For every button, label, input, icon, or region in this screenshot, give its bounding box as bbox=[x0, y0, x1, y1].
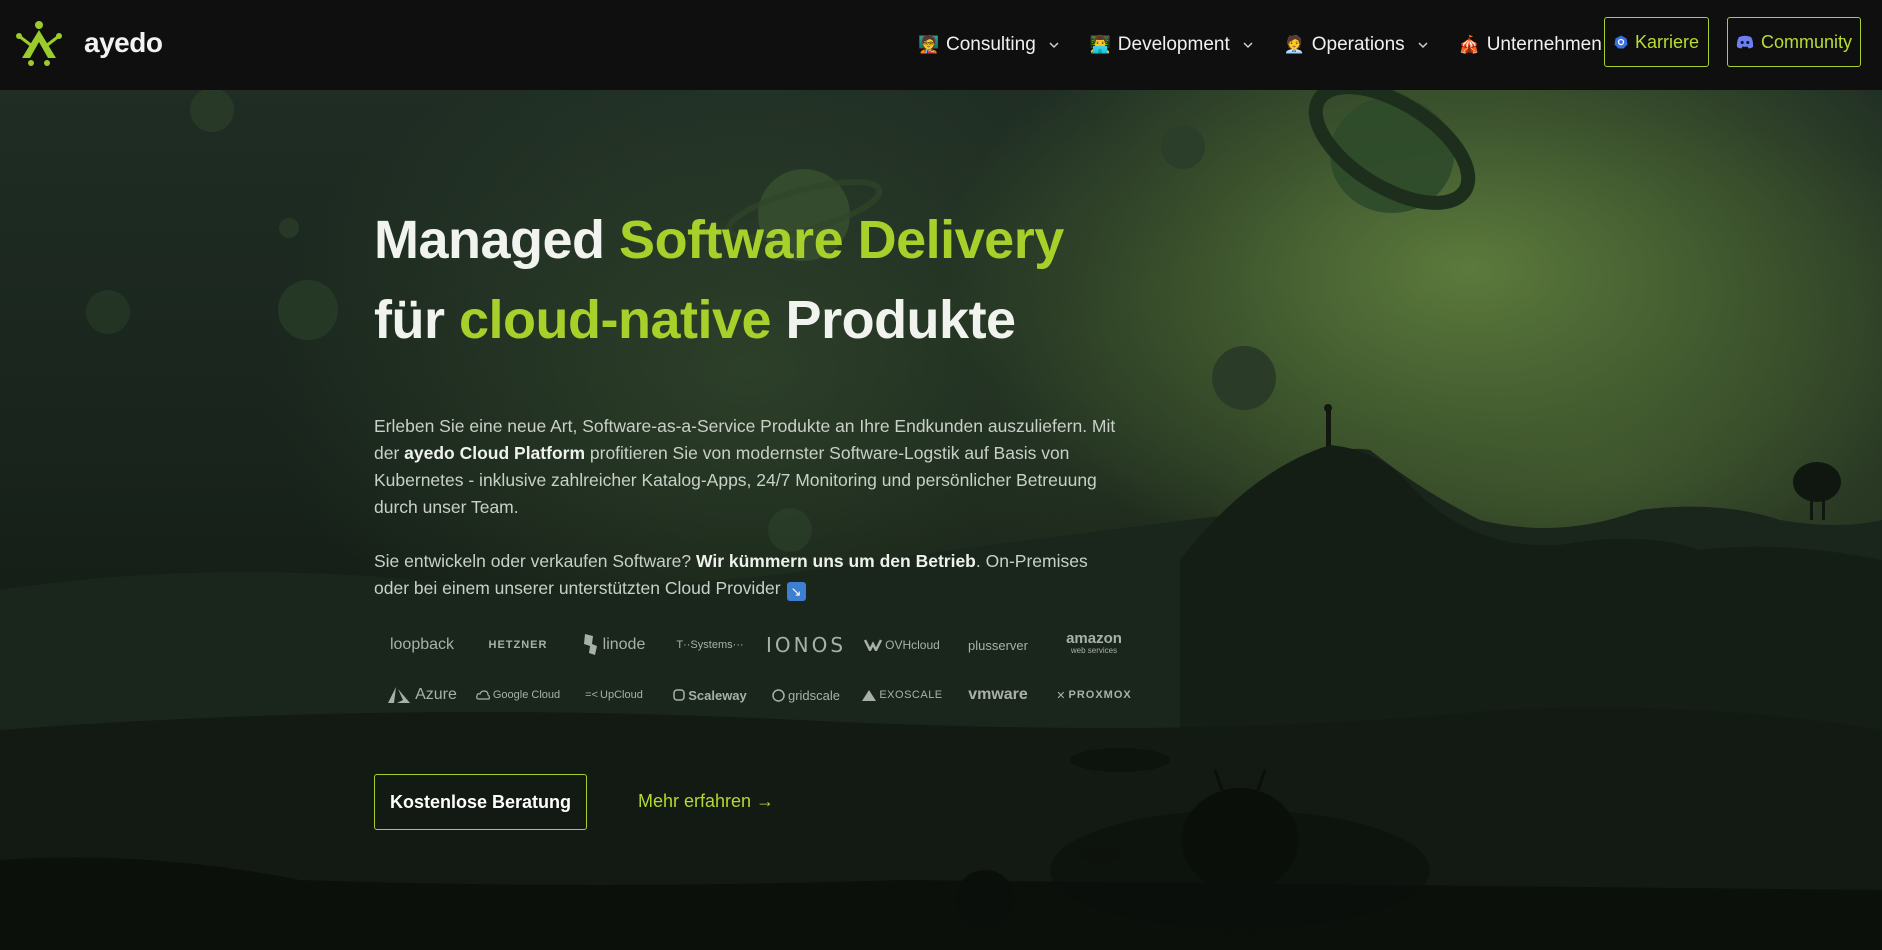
chevron-down-icon bbox=[1049, 42, 1059, 49]
scaleway-logo: Scaleway bbox=[662, 680, 758, 710]
nav-item-operations[interactable]: 🧑‍💼 Operations bbox=[1284, 34, 1429, 56]
site-header: ayedo 🧑‍🏫 Consulting 👨‍💻 Development 🧑‍💼… bbox=[0, 0, 1882, 90]
chevron-down-icon bbox=[1243, 42, 1253, 49]
vmware-logo: vmware bbox=[968, 686, 1028, 703]
azure-logo: Azure bbox=[374, 680, 470, 710]
google-cloud-logo: Google Cloud bbox=[470, 680, 566, 710]
headline-part: für bbox=[374, 290, 459, 350]
headline-highlight: Software Delivery bbox=[619, 210, 1064, 270]
text-strong: Wir kümmern uns um den Betrieb bbox=[695, 551, 976, 571]
hero-headline: Managed Software Delivery für cloud-nati… bbox=[374, 200, 1064, 360]
gridscale-label: gridscale bbox=[787, 687, 841, 703]
ovhcloud-logo: OVHcloud bbox=[854, 630, 950, 660]
nav-label: Unternehmen bbox=[1486, 34, 1602, 55]
nav-item-development[interactable]: 👨‍💻 Development bbox=[1090, 34, 1254, 56]
scaleway-icon bbox=[673, 689, 685, 701]
ovh-label: OVHcloud bbox=[885, 638, 940, 652]
community-button[interactable]: Community bbox=[1727, 17, 1861, 67]
proxmox-icon: ✕ bbox=[1056, 689, 1067, 702]
ayedo-logo-icon bbox=[16, 21, 62, 66]
text-strong: ayedo Cloud Platform bbox=[404, 443, 586, 463]
loopback-logo: loopback bbox=[389, 636, 455, 653]
community-label: Community bbox=[1760, 31, 1853, 52]
nav-label: Operations bbox=[1311, 34, 1405, 55]
provider-logos: loopback HETZNER linode T··Systems··· IO… bbox=[374, 630, 1131, 710]
proxmox-logo: ✕ PROXMOX bbox=[1046, 680, 1142, 710]
proxmox-label: PROXMOX bbox=[1068, 689, 1132, 701]
linode-label: linode bbox=[602, 636, 646, 653]
exoscale-label: EXOSCALE bbox=[879, 689, 943, 701]
hero-subtext: Sie entwickeln oder verkaufen Software? … bbox=[374, 548, 1119, 602]
amazon-sublabel: web services bbox=[1070, 646, 1118, 655]
linode-logo: linode bbox=[566, 630, 662, 660]
hero-description: Erleben Sie eine neue Art, Software-as-a… bbox=[374, 413, 1119, 521]
karriere-button[interactable]: Karriere bbox=[1604, 17, 1709, 67]
scaleway-label: Scaleway bbox=[688, 687, 747, 703]
linode-icon bbox=[583, 634, 597, 655]
kostenlose-beratung-button[interactable]: Kostenlose Beratung bbox=[374, 774, 587, 830]
headline-part: Managed bbox=[374, 210, 620, 270]
gridscale-icon bbox=[772, 688, 785, 702]
teacher-icon: 🧑‍🏫 bbox=[918, 35, 940, 54]
nav-label: Development bbox=[1117, 34, 1230, 55]
nav-item-unternehmen[interactable]: 🎪 Unternehmen bbox=[1459, 34, 1626, 56]
headline-part: Produkte bbox=[771, 290, 1017, 350]
azure-label: Azure bbox=[415, 686, 457, 703]
text-segment: Sie entwickeln oder verkaufen Software? bbox=[374, 551, 696, 571]
arrow-down-right-icon: ↘ bbox=[786, 582, 806, 601]
hetzner-logo: HETZNER bbox=[488, 639, 548, 651]
cloud-icon bbox=[476, 690, 490, 700]
circus-tent-icon: 🎪 bbox=[1458, 35, 1480, 54]
ovh-icon bbox=[864, 639, 883, 651]
logo-text: ayedo bbox=[84, 27, 163, 58]
upcloud-logo: =< UpCloud bbox=[566, 680, 662, 710]
tsystems-logo: T··Systems··· bbox=[676, 639, 744, 651]
exoscale-icon bbox=[862, 689, 877, 701]
main-nav: 🧑‍🏫 Consulting 👨‍💻 Development 🧑‍💼 Opera… bbox=[918, 0, 1656, 90]
kubernetes-icon bbox=[1614, 35, 1628, 49]
karriere-label: Karriere bbox=[1634, 31, 1700, 52]
discord-icon bbox=[1736, 35, 1754, 49]
chevron-down-icon bbox=[1418, 42, 1428, 49]
google-cloud-label: Google Cloud bbox=[492, 689, 561, 701]
azure-icon bbox=[388, 687, 411, 703]
nav-item-consulting[interactable]: 🧑‍🏫 Consulting bbox=[918, 34, 1060, 56]
developer-icon: 👨‍💻 bbox=[1089, 35, 1111, 54]
ionos-logo: IONOS bbox=[765, 633, 847, 657]
logo[interactable]: ayedo bbox=[14, 18, 163, 68]
mehr-erfahren-link[interactable]: Mehr erfahren → bbox=[638, 791, 774, 812]
headline-highlight: cloud-native bbox=[459, 290, 772, 350]
plusserver-logo: plusserver bbox=[968, 637, 1028, 653]
exoscale-logo: EXOSCALE bbox=[854, 680, 950, 710]
upcloud-label: UpCloud bbox=[600, 689, 643, 701]
upcloud-icon: =< bbox=[585, 689, 599, 701]
gridscale-logo: gridscale bbox=[758, 680, 854, 710]
amazon-label: amazon bbox=[1066, 630, 1122, 647]
nav-label: Consulting bbox=[946, 34, 1036, 55]
amazon-logo: amazon web services bbox=[1046, 630, 1142, 660]
office-worker-icon: 🧑‍💼 bbox=[1283, 35, 1305, 54]
